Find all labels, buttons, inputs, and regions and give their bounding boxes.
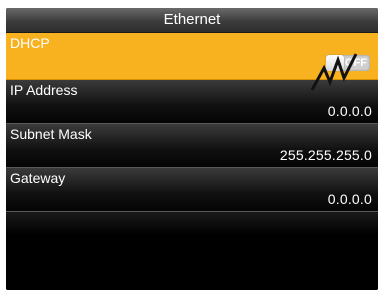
dhcp-label: DHCP bbox=[10, 35, 50, 51]
gateway-label: Gateway bbox=[10, 170, 66, 186]
subnet-mask-label: Subnet Mask bbox=[10, 126, 92, 142]
setting-row-subnet-mask[interactable]: Subnet Mask 255.255.255.0 bbox=[6, 124, 378, 168]
subnet-mask-value: 255.255.255.0 bbox=[279, 147, 372, 163]
setting-row-gateway[interactable]: Gateway 0.0.0.0 bbox=[6, 168, 378, 212]
title-bar: Ethernet bbox=[6, 8, 378, 33]
watermark-mark bbox=[310, 53, 358, 91]
window-title: Ethernet bbox=[163, 11, 221, 28]
ip-address-label: IP Address bbox=[10, 82, 78, 98]
empty-list-area bbox=[6, 212, 378, 290]
gateway-value: 0.0.0.0 bbox=[327, 191, 372, 207]
